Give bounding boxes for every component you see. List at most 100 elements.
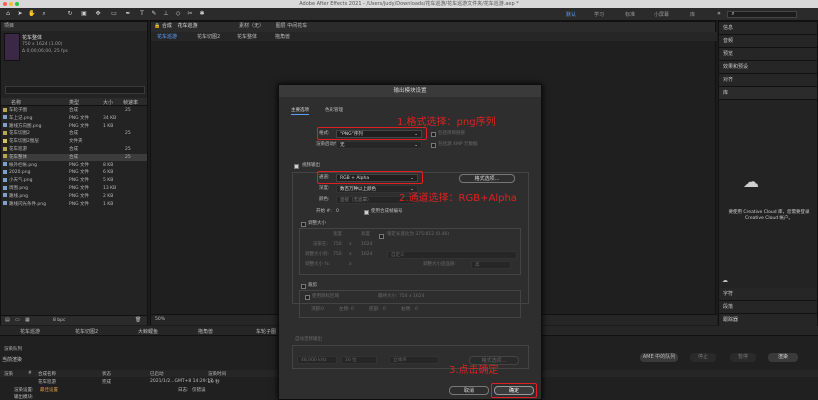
panel-audio[interactable]: 音频 — [719, 35, 817, 48]
format-options-button[interactable]: 格式选项... — [459, 174, 515, 183]
panel-character[interactable]: 字符 — [719, 288, 817, 301]
resize-checkbox[interactable] — [301, 222, 306, 227]
workspace-overflow-icon[interactable]: » — [715, 10, 723, 18]
crop-top-value[interactable]: 0 — [321, 306, 324, 313]
col-type[interactable]: 类型 — [69, 99, 79, 106]
panel-preview[interactable]: 预览 — [719, 48, 817, 61]
tl-tab-1[interactable]: 花车巡游 — [20, 328, 40, 335]
panel-paragraph[interactable]: 段落 — [719, 301, 817, 314]
new-comp-icon[interactable]: ▦ — [25, 317, 30, 323]
panel-library[interactable]: 库 — [719, 87, 817, 100]
project-item[interactable]: 花车巡游 合成 25 — [3, 146, 147, 153]
include-project-link-checkbox[interactable] — [431, 132, 436, 137]
project-item[interactable]: 2020.png PNG 文件 6 KB — [3, 169, 147, 176]
audio-bits-select[interactable]: 16 位 — [341, 356, 377, 364]
project-search-input[interactable] — [5, 86, 145, 94]
viewer-tab-1[interactable]: 花车巡游 — [157, 33, 177, 40]
tl-tab-3[interactable]: 大鲸鲤鱼 — [138, 328, 158, 335]
col-name[interactable]: 名称 — [11, 99, 21, 106]
project-item[interactable]: 路线.png PNG 文件 2 KB — [3, 193, 147, 200]
col-size[interactable]: 大小 — [103, 99, 113, 106]
interpret-footage-icon[interactable]: ▤ — [5, 317, 10, 323]
project-item[interactable]: 车轮子图 合成 25 — [3, 107, 147, 114]
use-comp-frame-checkbox[interactable] — [364, 210, 369, 215]
project-item[interactable]: 小天气.png PNG 文件 5 KB — [3, 177, 147, 184]
project-item[interactable]: 花车整体 合成 25 — [3, 153, 147, 161]
tab-color-management[interactable]: 色彩管理 — [325, 107, 343, 114]
viewer-tab-4[interactable]: 拖角兽 — [275, 33, 290, 40]
post-render-select[interactable]: 无 ⌄ — [336, 141, 422, 149]
zoom-tool-icon[interactable]: ⌕ — [40, 10, 48, 18]
rotate-tool-icon[interactable]: ↻ — [66, 10, 74, 18]
viewer-tab-3[interactable]: 花车整体 — [237, 33, 257, 40]
workspace-standard[interactable]: 标准 — [625, 11, 635, 18]
bpc-label[interactable]: 8 bpc — [53, 318, 65, 323]
viewer-tab-2[interactable]: 花车切图2 — [197, 33, 220, 40]
project-item[interactable]: 路线闪光条件.png PNG 文件 1 KB — [3, 201, 147, 208]
audio-rate-select[interactable]: 48,000 kHz — [297, 356, 337, 364]
new-folder-icon[interactable]: ▭ — [15, 317, 20, 323]
puppet-tool-icon[interactable]: ✱ — [198, 10, 206, 18]
trash-icon[interactable]: 🗑 — [135, 317, 141, 323]
start-number-value[interactable]: 0 — [336, 208, 339, 215]
workspace-learn[interactable]: 学习 — [594, 11, 604, 18]
stamp-tool-icon[interactable]: ⊥ — [162, 10, 170, 18]
selection-tool-icon[interactable]: ➤ — [16, 10, 24, 18]
ame-queue-button[interactable]: AME 中的队列 — [640, 353, 678, 362]
tl-tab-4[interactable]: 拖角兽 — [198, 328, 213, 335]
resize-preset-select[interactable]: 自定义 — [387, 251, 517, 259]
hand-tool-icon[interactable]: ✋ — [28, 10, 36, 18]
viewer-material[interactable]: 素材（无） — [239, 23, 264, 29]
project-item[interactable]: 车上记.png PNG 文件 34 KB — [3, 115, 147, 122]
search-help-input[interactable] — [727, 11, 797, 18]
audio-output-label[interactable]: 自动音频输出 — [295, 336, 322, 343]
tab-main-options[interactable]: 主要选项 — [291, 107, 309, 115]
workspace-library[interactable]: 库 — [690, 11, 695, 18]
text-tool-icon[interactable]: T — [138, 10, 146, 18]
resize-quality-select[interactable]: 高 — [471, 261, 511, 269]
crop-left-value[interactable]: 0 — [351, 306, 354, 313]
home-icon[interactable]: ⌂ — [4, 10, 12, 18]
minimize-window-button[interactable] — [9, 2, 13, 6]
panel-info[interactable]: 信息 — [719, 22, 817, 35]
crop-checkbox[interactable] — [301, 284, 306, 289]
zoom-level[interactable]: 50% — [155, 317, 165, 322]
crop-bottom-value[interactable]: 0 — [383, 306, 386, 313]
eraser-tool-icon[interactable]: ◇ — [174, 10, 182, 18]
roto-tool-icon[interactable]: ✂ — [186, 10, 194, 18]
pen-tool-icon[interactable]: ✒ — [124, 10, 132, 18]
lock-ratio-checkbox[interactable] — [379, 234, 384, 239]
close-window-button[interactable] — [3, 2, 7, 6]
lock-icon[interactable]: 🔒 — [154, 23, 160, 29]
workspace-small-screen[interactable]: 小屏幕 — [654, 11, 669, 18]
project-item[interactable]: 帐外栏帐.png PNG 文件 8 KB — [3, 162, 147, 169]
project-item[interactable]: 周围.png PNG 文件 13 KB — [3, 185, 147, 192]
video-output-checkbox[interactable] — [294, 164, 299, 169]
camera-tool-icon[interactable]: ▣ — [80, 10, 88, 18]
project-item[interactable]: 花车切图2图层 文件夹 — [3, 138, 147, 145]
viewer-comp-name[interactable]: 花车巡游 — [177, 23, 197, 29]
rectangle-tool-icon[interactable]: ▭ — [110, 10, 118, 18]
stop-button[interactable]: 停止 — [690, 353, 716, 362]
tl-tab-5[interactable]: 车轮子图 — [256, 328, 276, 335]
project-item[interactable]: 路线方向图.png PNG 文件 1 KB — [3, 123, 147, 130]
panel-align[interactable]: 对齐 — [719, 74, 817, 87]
pause-button[interactable]: 暂停 — [730, 353, 756, 362]
col-fps[interactable]: 帧速率 — [123, 99, 138, 106]
viewer-layer[interactable]: 图层 中间花车 — [276, 23, 308, 29]
tl-tab-2[interactable]: 花车切图2 — [75, 328, 98, 335]
cancel-button[interactable]: 取消 — [449, 386, 489, 395]
audio-channels-select[interactable]: 立体声 — [389, 356, 439, 364]
include-xmp-checkbox[interactable] — [431, 143, 436, 148]
workspace-default[interactable]: 默认 — [566, 11, 576, 18]
resize-to-height[interactable]: 1624 — [361, 251, 372, 258]
use-roi-checkbox[interactable] — [305, 295, 310, 300]
brush-tool-icon[interactable]: ✎ — [150, 10, 158, 18]
crop-right-value[interactable]: 0 — [415, 306, 418, 313]
panel-effects-presets[interactable]: 效果和预设 — [719, 61, 817, 74]
resize-to-width[interactable]: 750 — [333, 251, 342, 258]
cloud-sync-icon[interactable]: ☁ — [722, 277, 728, 284]
render-button[interactable]: 渲染 — [768, 353, 798, 362]
maximize-window-button[interactable] — [15, 2, 19, 6]
pan-behind-tool-icon[interactable]: ✥ — [94, 10, 102, 18]
